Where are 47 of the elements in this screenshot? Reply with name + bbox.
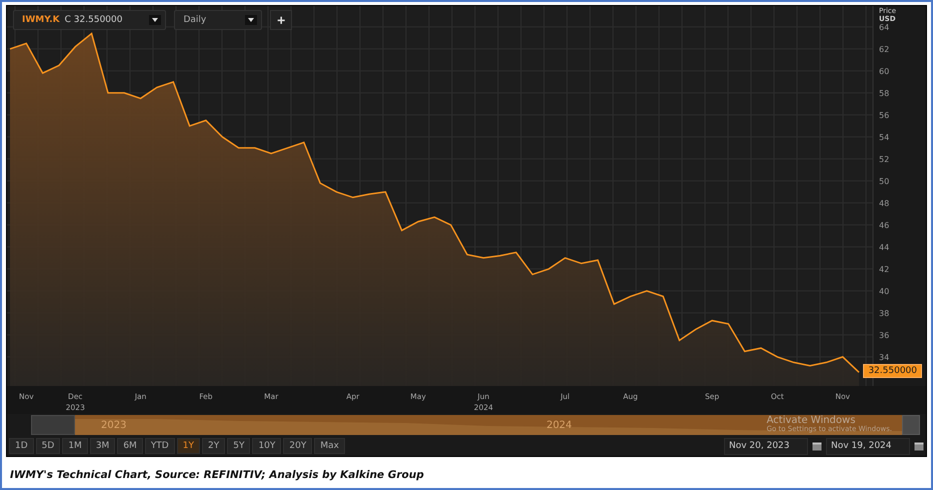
quote-label: C 32.550000 <box>64 15 122 25</box>
axis-label: 54 <box>879 132 890 142</box>
activation-notice-title: Activate Windows <box>766 415 856 426</box>
figure-caption: IWMY's Technical Chart, Source: REFINITIV; Analysis by Kalkine Group <box>9 468 425 481</box>
range-button[interactable]: 3M <box>90 438 116 454</box>
axis-label: 50 <box>879 176 890 186</box>
axis-label: 42 <box>879 264 890 274</box>
interval-label: Daily <box>183 15 206 25</box>
range-button[interactable]: 6M <box>117 438 143 454</box>
axis-label: 46 <box>879 220 890 230</box>
navigator-handle[interactable] <box>31 415 75 435</box>
axis-label: 52 <box>879 154 890 164</box>
add-button[interactable]: + <box>270 10 292 30</box>
axis-label: 38 <box>879 308 890 318</box>
navigator-handle[interactable] <box>902 415 920 435</box>
caret-icon <box>245 15 258 25</box>
start-date-field[interactable]: Nov 20, 2023 <box>724 438 808 454</box>
axis-label: 44 <box>879 242 890 252</box>
end-date-field[interactable]: Nov 19, 2024 <box>826 438 910 454</box>
range-button[interactable]: 1Y <box>176 438 200 454</box>
range-button[interactable]: 10Y <box>252 438 282 454</box>
range-button[interactable]: Max <box>314 438 345 454</box>
axis-label: 62 <box>879 44 890 54</box>
interval-dropdown[interactable]: Daily <box>174 10 262 30</box>
symbol-dropdown[interactable]: IWMY.K C 32.550000 <box>13 10 166 30</box>
range-button[interactable]: 1M <box>62 438 88 454</box>
axis-label: 40 <box>879 286 890 296</box>
range-button[interactable]: 2Y <box>202 438 226 454</box>
caret-icon <box>149 15 162 25</box>
range-button[interactable]: 20Y <box>283 438 312 454</box>
navigator-year-label: 2023 <box>101 420 126 430</box>
axis-label: 58 <box>879 88 890 98</box>
axis-label: 36 <box>879 330 890 340</box>
range-button[interactable]: 1D <box>9 438 34 454</box>
calendar-icon[interactable] <box>914 441 924 451</box>
calendar-icon[interactable] <box>812 441 822 451</box>
symbol-label: IWMY.K <box>22 15 60 25</box>
axis-label: 56 <box>879 110 890 120</box>
navigator-year-label: 2024 <box>546 420 572 430</box>
axis-label: 60 <box>879 66 890 76</box>
axis-label: 34 <box>879 352 890 362</box>
axis-label: 64 <box>879 22 890 32</box>
last-price-label: 32.550000 <box>863 364 922 378</box>
range-button[interactable]: 5D <box>36 438 60 454</box>
range-button[interactable]: YTD <box>144 438 175 454</box>
axis-label: 48 <box>879 198 890 208</box>
range-button[interactable]: 5Y <box>227 438 250 454</box>
